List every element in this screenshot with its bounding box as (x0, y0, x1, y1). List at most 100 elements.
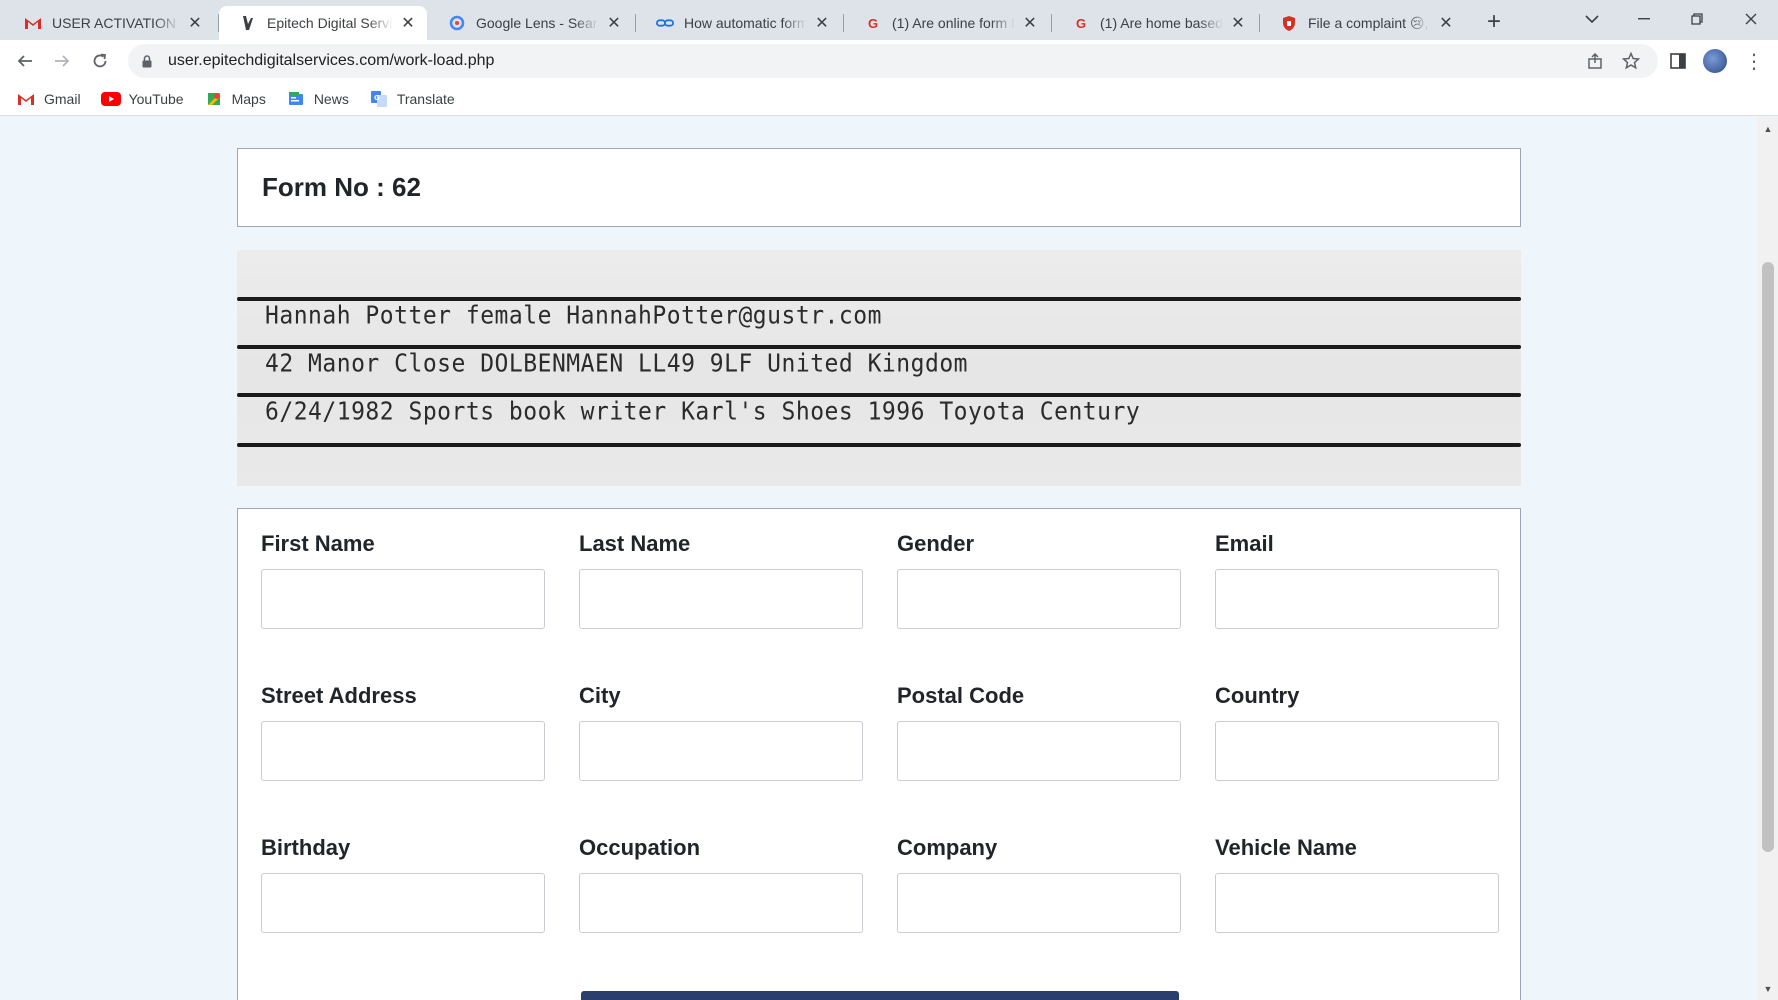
bookmark-label: Gmail (44, 90, 81, 107)
handwritten-line-2: 42 Manor Close DOLBENMAEN LL49 9LF Unite… (265, 349, 969, 379)
bookmark-label: Maps (231, 90, 266, 107)
data-entry-form: First Name Last Name Gender Email Street… (237, 508, 1521, 1000)
tab-epitech[interactable]: Epitech Digital Servic ✕ (219, 6, 427, 40)
close-icon[interactable]: ✕ (1437, 14, 1455, 32)
first-name-input[interactable] (261, 569, 545, 629)
scroll-thumb[interactable] (1762, 262, 1774, 852)
close-icon[interactable]: ✕ (399, 14, 417, 32)
tab-online-form-fill[interactable]: G (1) Are online form fill ✕ (844, 6, 1049, 40)
city-label: City (579, 683, 621, 708)
postal-code-input[interactable] (897, 721, 1181, 781)
tab-title: File a complaint 😢, s (1308, 14, 1431, 31)
gmail-icon (16, 91, 36, 107)
shield-icon (1280, 14, 1298, 32)
back-arrow-icon[interactable] (11, 47, 39, 75)
lock-icon[interactable] (140, 54, 154, 68)
vehicle-name-group: Vehicle Name (1215, 835, 1499, 933)
bookmark-youtube[interactable]: YouTube (100, 90, 184, 107)
tab-google-lens[interactable]: Google Lens - Search ✕ (428, 6, 633, 40)
scroll-up-arrow-icon[interactable]: ▲ (1762, 123, 1774, 135)
gmail-icon (24, 14, 42, 32)
close-icon[interactable]: ✕ (1229, 14, 1247, 32)
gender-label: Gender (897, 531, 975, 556)
page-scrollbar[interactable]: ▲ ▼ (1758, 117, 1778, 1000)
close-icon[interactable]: ✕ (1021, 14, 1039, 32)
tab-file-complaint[interactable]: File a complaint 😢, s ✕ (1260, 6, 1465, 40)
maps-icon (204, 91, 224, 107)
form-number: Form No : 62 (262, 172, 421, 202)
city-group: City (579, 683, 863, 781)
g-icon: G (1075, 15, 1087, 31)
youtube-icon (100, 91, 121, 107)
last-name-input[interactable] (579, 569, 863, 629)
street-address-label: Street Address (261, 683, 417, 708)
occupation-input[interactable] (579, 873, 863, 933)
url-text[interactable]: user.epitechdigitalservices.com/work-loa… (168, 52, 494, 70)
email-input[interactable] (1215, 569, 1499, 629)
bookmark-label: News (313, 90, 349, 107)
birthday-input[interactable] (261, 873, 545, 933)
profile-avatar[interactable] (1703, 49, 1727, 73)
translate-icon: G (369, 90, 389, 107)
side-panel-icon[interactable] (1664, 47, 1692, 75)
last-name-label: Last Name (579, 531, 691, 556)
street-address-input[interactable] (261, 721, 545, 781)
window-close-icon[interactable] (1731, 4, 1771, 34)
birthday-label: Birthday (261, 835, 351, 860)
vehicle-name-input[interactable] (1215, 873, 1499, 933)
form-number-card: Form No : 62 (237, 148, 1521, 227)
tab-search-icon[interactable] (1572, 4, 1612, 34)
bookmark-translate[interactable]: G Translate (369, 90, 455, 107)
link-icon (656, 14, 674, 32)
address-bar[interactable]: user.epitechdigitalservices.com/work-loa… (128, 44, 1658, 78)
country-group: Country (1215, 683, 1499, 781)
tab-title: (1) Are online form fill (892, 15, 1015, 31)
tab-title: How automatic form f (684, 15, 807, 31)
share-icon[interactable] (1581, 47, 1609, 75)
scanned-form-image: Hannah Potter female HannahPotter@gustr.… (237, 250, 1521, 486)
tab-automatic-form[interactable]: How automatic form f ✕ (636, 6, 841, 40)
news-icon (286, 91, 306, 107)
bookmark-news[interactable]: News (286, 91, 349, 107)
epitech-icon (239, 14, 257, 32)
bookmark-star-icon[interactable] (1617, 47, 1645, 75)
bookmarks-bar: Gmail YouTube Maps News G Translate (0, 82, 1778, 116)
scroll-down-arrow-icon[interactable]: ▼ (1762, 983, 1774, 995)
city-input[interactable] (579, 721, 863, 781)
bookmark-maps[interactable]: Maps (204, 91, 266, 107)
country-label: Country (1215, 683, 1300, 708)
occupation-label: Occupation (579, 835, 701, 860)
svg-text:G: G (374, 94, 380, 102)
reload-icon[interactable] (86, 47, 114, 75)
handwritten-line-3: 6/24/1982 Sports book writer Karl's Shoe… (265, 397, 1141, 427)
email-label: Email (1215, 531, 1274, 556)
tab-home-based[interactable]: G (1) Are home based d ✕ (1052, 6, 1257, 40)
country-input[interactable] (1215, 721, 1499, 781)
last-name-group: Last Name (579, 531, 863, 629)
submit-button[interactable] (581, 991, 1179, 1000)
bookmark-gmail[interactable]: Gmail (16, 91, 81, 107)
forward-arrow-icon[interactable] (48, 47, 76, 75)
occupation-group: Occupation (579, 835, 863, 933)
gender-input[interactable] (897, 569, 1181, 629)
tab-title: Epitech Digital Servic (267, 15, 393, 31)
minimize-icon[interactable] (1624, 4, 1664, 34)
birthday-group: Birthday (261, 835, 545, 933)
tab-user-activation[interactable]: USER ACTIVATION - E ✕ (4, 6, 214, 40)
tab-strip: USER ACTIVATION - E ✕ Epitech Digital Se… (0, 0, 1778, 40)
g-icon: G (867, 15, 879, 31)
ruled-line (237, 443, 1521, 447)
street-address-group: Street Address (261, 683, 545, 781)
browser-toolbar: user.epitechdigitalservices.com/work-loa… (0, 40, 1778, 82)
restore-icon[interactable] (1677, 4, 1717, 34)
close-icon[interactable]: ✕ (605, 14, 623, 32)
handwritten-line-1: Hannah Potter female HannahPotter@gustr.… (265, 301, 882, 331)
menu-dots-icon[interactable]: ⋮ (1740, 47, 1768, 75)
gender-group: Gender (897, 531, 1181, 629)
close-icon[interactable]: ✕ (186, 14, 204, 32)
tab-title: USER ACTIVATION - E (52, 15, 180, 31)
new-tab-button[interactable]: + (1480, 8, 1508, 36)
bookmark-label: YouTube (128, 90, 184, 107)
close-icon[interactable]: ✕ (813, 14, 831, 32)
company-input[interactable] (897, 873, 1181, 933)
